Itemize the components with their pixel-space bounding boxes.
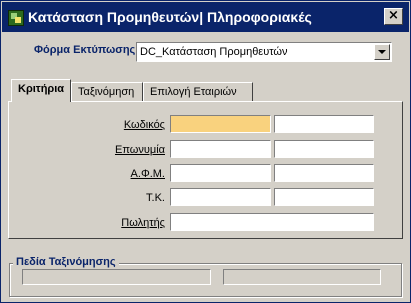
salesman-field[interactable]	[170, 213, 374, 231]
tab-sorting[interactable]: Ταξινόμηση	[71, 82, 143, 102]
chevron-down-icon[interactable]	[374, 44, 390, 60]
window-title: Κατάσταση Προμηθευτών| Πληροφοριακές	[28, 9, 312, 25]
app-icon	[8, 10, 24, 26]
sort-field-2	[223, 269, 381, 285]
code-label: Κωδικός	[123, 119, 165, 131]
close-button[interactable]: ×	[384, 8, 403, 25]
tk-from-field[interactable]	[170, 188, 271, 206]
print-form-select[interactable]: DC_Κατάσταση Προμηθευτών	[136, 42, 392, 62]
sort-field-1	[22, 269, 211, 285]
report-window: Κατάσταση Προμηθευτών| Πληροφοριακές × Φ…	[0, 0, 411, 303]
tk-label: Τ.Κ.	[146, 192, 165, 204]
title-bar[interactable]: Κατάσταση Προμηθευτών| Πληροφοριακές ×	[2, 2, 409, 32]
tab-criteria[interactable]: Κριτήρια	[11, 79, 71, 102]
code-from-field[interactable]	[170, 115, 271, 133]
name-label: Επωνυμία	[114, 144, 165, 156]
tk-to-field[interactable]	[274, 188, 374, 206]
afm-from-field[interactable]	[170, 164, 271, 182]
tab-company-selection[interactable]: Επιλογή Εταιριών	[143, 82, 253, 102]
name-from-field[interactable]	[170, 140, 271, 158]
sort-fields-title: Πεδία Ταξινόμησης	[13, 256, 119, 268]
salesman-label: Πωλητής	[121, 217, 165, 229]
print-form-value: DC_Κατάσταση Προμηθευτών	[140, 46, 288, 58]
afm-label: Α.Φ.Μ.	[130, 168, 165, 180]
afm-to-field[interactable]	[274, 164, 374, 182]
code-to-field[interactable]	[274, 115, 374, 133]
print-form-label: Φόρμα Εκτύπωσης	[34, 44, 136, 56]
name-to-field[interactable]	[274, 140, 374, 158]
